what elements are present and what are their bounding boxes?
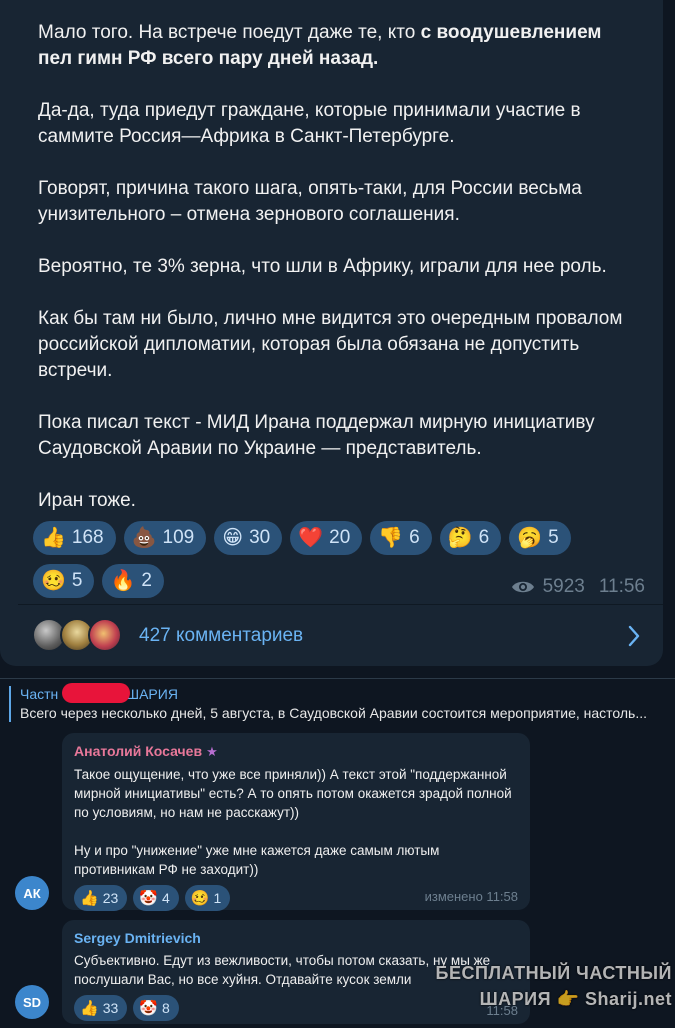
heart-icon: ❤️ <box>298 527 324 549</box>
view-count: 5923 <box>542 576 585 597</box>
reaction-thumbs-up[interactable]: 👍 168 <box>33 521 116 555</box>
reaction-woozy[interactable]: 🥴 5 <box>33 564 95 598</box>
post-paragraph: Как бы там ни было, лично мне видится эт… <box>38 308 623 381</box>
thumbs-down-icon: 👎 <box>378 527 404 549</box>
woozy-icon: 🥴 <box>190 890 210 907</box>
post-paragraph: Да-да, туда приедут граждане, которые пр… <box>38 100 581 147</box>
chevron-right-icon <box>628 625 640 647</box>
post-paragraph: Мало того. На встрече поедут даже те, кт… <box>38 22 602 69</box>
comment-meta: изменено 11:58 <box>424 889 518 904</box>
reaction-clown[interactable]: 🤡 4 <box>133 885 179 911</box>
reaction-thumbs-up[interactable]: 👍 33 <box>74 995 128 1021</box>
reaction-poop[interactable]: 💩 109 <box>123 521 207 555</box>
grin-icon: 😁 <box>222 527 244 549</box>
post-time: 11:56 <box>598 576 645 597</box>
reaction-thumbs-up[interactable]: 👍 23 <box>74 885 128 911</box>
channel-post: Мало того. На встрече поедут даже те, кт… <box>0 0 663 666</box>
woozy-icon: 🥴 <box>41 570 66 592</box>
reaction-grin[interactable]: 😁 30 <box>214 521 283 555</box>
watermark: БЕСПЛАТНЫЙ ЧАСТНЫЙ ШАРИЯ 👉 Sharij.net <box>435 963 672 1009</box>
avatar[interactable]: SD <box>15 985 49 1019</box>
reaction-yawn[interactable]: 🥱 5 <box>509 521 571 555</box>
post-paragraph: Пока писал текст - МИД Ирана поддержал м… <box>38 412 595 459</box>
comment-text: Такое ощущение, что уже все приняли)) А … <box>74 767 512 877</box>
star-icon: ★ <box>206 744 218 759</box>
comments-count: 427 комментариев <box>139 624 304 646</box>
post-paragraph: Вероятно, те 3% зерна, что шли в Африку,… <box>38 256 607 277</box>
reaction-thinking[interactable]: 🤔 6 <box>439 521 502 555</box>
post-paragraph: Иран тоже. <box>38 490 136 511</box>
comment-author[interactable]: Анатолий Косачев ★ <box>74 742 518 761</box>
reaction-fire[interactable]: 🔥 2 <box>102 564 164 598</box>
redaction-mark <box>62 683 130 703</box>
fire-icon: 🔥 <box>110 570 136 592</box>
pinned-text: Всего через несколько дней, 5 августа, в… <box>20 705 648 721</box>
comment-bubble: Анатолий Косачев ★ Такое ощущение, что уж… <box>62 733 530 911</box>
pinned-accent-line <box>9 686 11 722</box>
thumbs-up-icon: 👍 <box>41 527 66 549</box>
reaction-heart[interactable]: ❤️ 20 <box>290 521 363 555</box>
thumbs-up-icon: 👍 <box>80 1000 99 1017</box>
reaction-clown[interactable]: 🤡 8 <box>133 995 179 1021</box>
post-paragraph: Говорят, причина такого шага, опять-таки… <box>38 178 582 225</box>
thinking-icon: 🤔 <box>447 527 473 549</box>
comments-button[interactable]: 427 комментариев <box>18 604 663 666</box>
commenter-avatars <box>32 617 142 654</box>
avatar[interactable]: АК <box>15 876 49 910</box>
post-text: Мало того. На встрече поедут даже те, кт… <box>38 20 638 514</box>
poop-icon: 💩 <box>131 527 157 549</box>
eye-icon <box>511 581 534 593</box>
clown-icon: 🤡 <box>139 890 158 907</box>
thumbs-up-icon: 👍 <box>80 890 99 907</box>
avatar <box>88 617 122 652</box>
post-meta: 5923 11:56 <box>511 576 645 598</box>
clown-icon: 🤡 <box>139 1000 158 1017</box>
reaction-thumbs-down[interactable]: 👎 6 <box>370 521 432 555</box>
yawn-icon: 🥱 <box>517 527 543 549</box>
reaction-woozy[interactable]: 🥴 1 <box>184 885 231 911</box>
comment-author[interactable]: Sergey Dmitrievich <box>74 929 518 947</box>
